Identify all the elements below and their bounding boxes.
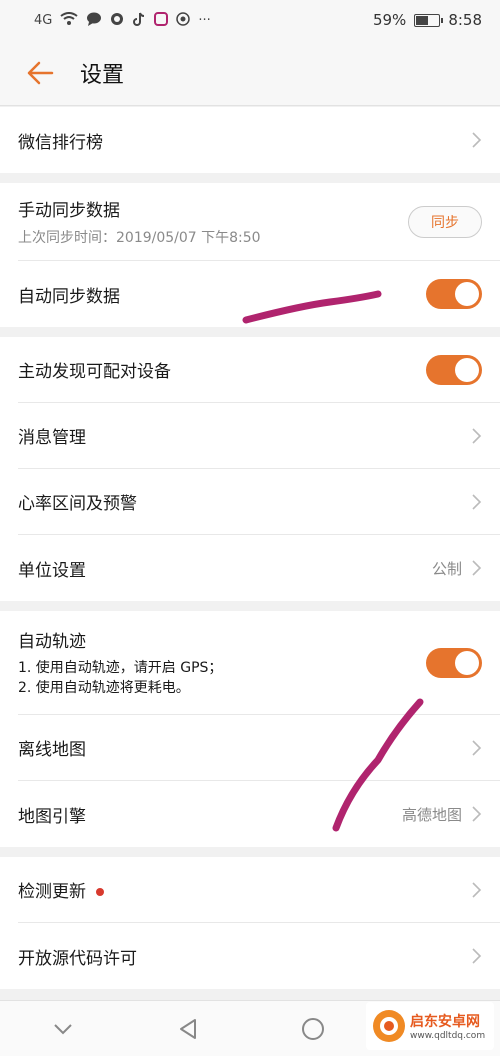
chevron-right-icon bbox=[472, 493, 482, 510]
setting-label: 单位设置 bbox=[18, 560, 86, 581]
watermark: 启东安卓网 www.qdltdq.com bbox=[366, 1002, 494, 1050]
more-notifications-icon: ··· bbox=[198, 12, 211, 28]
page-title: 设置 bbox=[80, 62, 125, 88]
tiktok-icon bbox=[132, 12, 146, 29]
chevron-right-icon bbox=[472, 806, 482, 822]
watermark-logo-icon bbox=[373, 1010, 405, 1042]
battery-percent: 59% bbox=[372, 11, 407, 29]
clock: 8:58 bbox=[448, 11, 482, 29]
setting-label: 自动轨迹 bbox=[18, 631, 86, 652]
setting-label: 地图引擎 bbox=[18, 806, 86, 827]
setting-open-source-licenses[interactable]: 开放源代码许可 bbox=[18, 923, 500, 989]
setting-units[interactable]: 单位设置 公制 bbox=[18, 535, 500, 601]
setting-label: 离线地图 bbox=[18, 740, 86, 760]
setting-discover-devices: 主动发现可配对设备 bbox=[18, 337, 500, 403]
chevron-right-icon bbox=[472, 948, 482, 964]
last-sync-time: 上次同步时间：2019/05/07 下午8:50 bbox=[18, 230, 261, 246]
wifi-icon bbox=[60, 11, 78, 29]
setting-map-engine[interactable]: 地图引擎 高德地图 bbox=[18, 781, 500, 847]
battery-fill bbox=[416, 15, 429, 25]
setting-wechat-ranking[interactable]: 微信排行榜 bbox=[18, 107, 500, 173]
settings-group-sync: 手动同步数据 上次同步时间：2019/05/07 下午8:50 同步 自动同步数… bbox=[0, 183, 500, 327]
units-value: 公制 bbox=[431, 559, 462, 578]
chevron-right-icon bbox=[472, 132, 482, 148]
battery-icon bbox=[414, 13, 444, 27]
signal-icon: 4G bbox=[34, 12, 53, 28]
sync-now-button[interactable]: 同步 bbox=[408, 205, 482, 238]
auto-sync-toggle[interactable] bbox=[426, 279, 482, 309]
chevron-right-icon bbox=[472, 427, 482, 444]
setting-offline-map[interactable]: 离线地图 bbox=[18, 715, 500, 781]
watermark-name: 启东安卓网 bbox=[410, 1014, 480, 1030]
setting-heart-rate-zones[interactable]: 心率区间及预警 bbox=[18, 469, 500, 535]
back-button[interactable] bbox=[0, 40, 80, 106]
setting-message-management[interactable]: 消息管理 bbox=[18, 403, 500, 469]
square-app-icon bbox=[154, 11, 169, 29]
auto-track-toggle[interactable] bbox=[426, 647, 482, 678]
back-arrow-icon bbox=[27, 61, 54, 84]
update-badge-dot bbox=[96, 888, 104, 896]
chevron-right-icon bbox=[472, 881, 482, 898]
setting-check-update[interactable]: 检测更新 bbox=[18, 857, 500, 923]
chat-bubble-icon bbox=[86, 12, 102, 29]
setting-label: 消息管理 bbox=[18, 428, 86, 448]
setting-label: 自动同步数据 bbox=[18, 286, 120, 307]
setting-label: 检测更新 bbox=[18, 882, 86, 902]
settings-group-device: 主动发现可配对设备 消息管理 心率区间及预警 单位设置 公制 bbox=[0, 337, 500, 601]
setting-label: 手动同步数据 bbox=[18, 201, 120, 221]
setting-label: 开放源代码许可 bbox=[18, 948, 137, 969]
hide-nav-button[interactable] bbox=[43, 1009, 83, 1049]
setting-label: 主动发现可配对设备 bbox=[18, 362, 171, 382]
chevron-down-icon bbox=[53, 1023, 72, 1034]
chevron-right-icon bbox=[472, 739, 482, 756]
discover-devices-toggle[interactable] bbox=[426, 354, 482, 385]
back-triangle-icon bbox=[179, 1018, 196, 1039]
nav-back-button[interactable] bbox=[168, 1009, 208, 1049]
settings-group-about: 检测更新 开放源代码许可 bbox=[0, 857, 500, 989]
settings-group-wechat: 微信排行榜 bbox=[0, 107, 500, 173]
chevron-right-icon bbox=[472, 560, 482, 576]
map-engine-value: 高德地图 bbox=[401, 805, 462, 824]
app-notification-icon bbox=[110, 12, 124, 29]
setting-auto-track: 自动轨迹 1. 使用自动轨迹，请开启 GPS； 2. 使用自动轨迹将更耗电。 bbox=[18, 611, 500, 715]
setting-label: 心率区间及预警 bbox=[18, 494, 137, 514]
setting-auto-sync: 自动同步数据 bbox=[18, 261, 500, 327]
auto-track-note: 1. 使用自动轨迹，请开启 GPS； 2. 使用自动轨迹将更耗电。 bbox=[18, 659, 223, 696]
settings-list: 微信排行榜 手动同步数据 上次同步时间：2019/05/07 下午8:50 同步… bbox=[0, 107, 500, 989]
camera-app-icon bbox=[176, 11, 191, 29]
watermark-url: www.qdltdq.com bbox=[410, 1031, 486, 1041]
setting-label: 微信排行榜 bbox=[18, 132, 103, 153]
setting-manual-sync: 手动同步数据 上次同步时间：2019/05/07 下午8:50 同步 bbox=[18, 183, 500, 261]
status-bar: 4G ··· 59% 8:58 bbox=[0, 0, 500, 40]
settings-group-map: 自动轨迹 1. 使用自动轨迹，请开启 GPS； 2. 使用自动轨迹将更耗电。 离线… bbox=[0, 611, 500, 847]
app-bar: 设置 bbox=[0, 40, 500, 106]
nav-home-button[interactable] bbox=[293, 1009, 333, 1049]
home-circle-icon bbox=[301, 1017, 324, 1040]
